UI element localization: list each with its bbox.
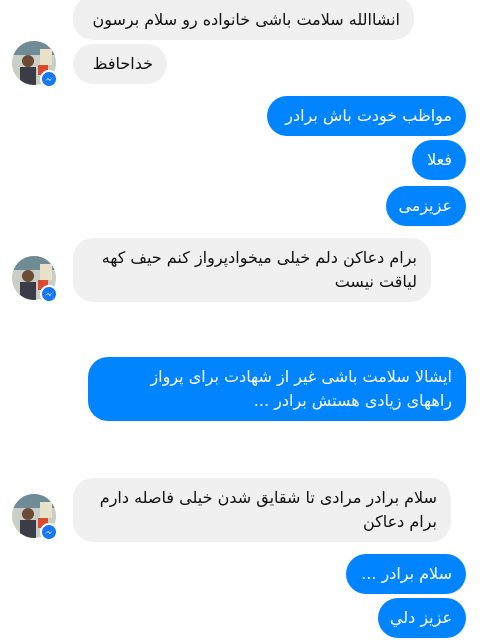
incoming-message[interactable]: خداحافظ — [73, 44, 167, 84]
outgoing-message[interactable]: عزیزمی — [386, 186, 466, 226]
incoming-message[interactable]: برام دعاکن دلم خیلی میخوادپرواز کنم حیف … — [73, 238, 431, 302]
message-text: عزیز دلي — [389, 608, 452, 627]
message-text: عزیزمی — [398, 196, 452, 215]
outgoing-message[interactable]: عزیز دلي — [378, 598, 466, 638]
message-text-line: سلام برادر مرادی تا شقایق شدن خیلی فاصله… — [99, 488, 437, 507]
message-text: فعلا — [427, 150, 452, 169]
message-text: خداحافظ — [92, 54, 153, 73]
outgoing-message[interactable]: سلام برادر ... — [346, 554, 466, 594]
incoming-message[interactable]: انشاالله سلامت باشی خانواده رو سلام برسو… — [73, 0, 414, 40]
divider — [0, 328, 498, 346]
message-text-line: برام دعاکن — [362, 512, 437, 531]
message-text-line: راههای زیادی هستش برادر ... — [253, 391, 452, 410]
incoming-message[interactable]: سلام برادر مرادی تا شقایق شدن خیلی فاصله… — [73, 478, 451, 542]
message-text: سلام برادر ... — [361, 564, 452, 583]
message-text-line: لیاقت نیست — [334, 272, 417, 291]
outgoing-message[interactable]: مواظب خودت باش برادر — [267, 96, 466, 136]
message-text: انشاالله سلامت باشی خانواده رو سلام برسو… — [92, 10, 400, 29]
message-text: مواظب خودت باش برادر — [285, 106, 452, 125]
messenger-badge-icon — [40, 70, 58, 88]
message-text-line: ایشالا سلامت باشی غیر از شهادت برای پروا… — [150, 367, 452, 386]
messenger-badge-icon — [40, 285, 58, 303]
outgoing-message[interactable]: فعلا — [412, 140, 466, 180]
divider — [0, 450, 498, 468]
messenger-badge-icon — [40, 523, 58, 541]
outgoing-message[interactable]: ایشالا سلامت باشی غیر از شهادت برای پروا… — [88, 357, 466, 421]
chat-thread: انشاالله سلامت باشی خانواده رو سلام برسو… — [0, 0, 498, 640]
message-text-line: برام دعاکن دلم خیلی میخوادپرواز کنم حیف … — [101, 248, 417, 267]
